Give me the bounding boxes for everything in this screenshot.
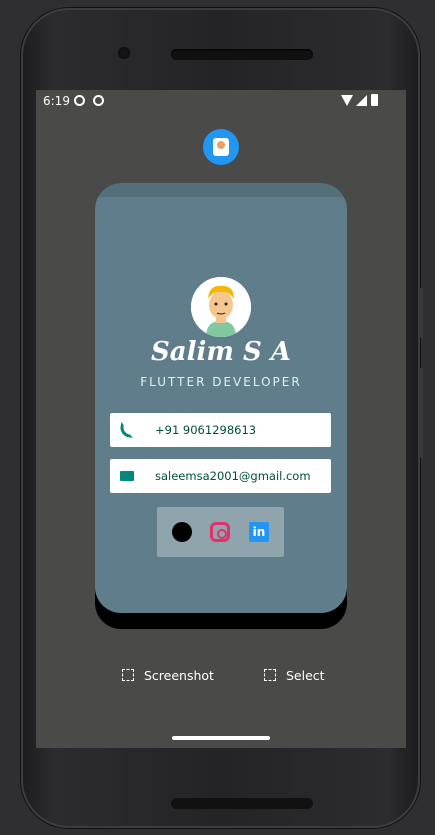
phone-row[interactable]: +91 9061298613	[110, 413, 331, 447]
github-icon[interactable]	[172, 522, 192, 542]
card-appbar	[95, 183, 347, 197]
settings-icon	[93, 95, 104, 106]
top-speaker	[171, 49, 313, 60]
instagram-icon[interactable]	[210, 522, 230, 542]
bottom-speaker	[171, 798, 313, 809]
bottom-actions: Screenshot Select	[36, 660, 406, 690]
select-button[interactable]: Select	[264, 660, 325, 690]
power-button	[419, 288, 423, 338]
email-icon	[120, 471, 134, 481]
front-camera	[118, 47, 130, 59]
signal-icon	[356, 95, 367, 106]
battery-icon	[371, 94, 378, 106]
card-body: Salim S A FLUTTER DEVELOPER +91 90612986…	[95, 197, 347, 613]
screenshot-button[interactable]: Screenshot	[122, 660, 214, 690]
screen: 6:19 Salim S A FLUTTER DEVELOPER +91 906…	[36, 90, 406, 748]
select-icon	[264, 669, 276, 681]
phone-icon	[118, 421, 136, 439]
linkedin-icon[interactable]: in	[249, 522, 269, 542]
wifi-icon	[341, 95, 353, 106]
profile-title: FLUTTER DEVELOPER	[140, 375, 302, 389]
email-row[interactable]: saleemsa2001@gmail.com	[110, 459, 331, 493]
avatar	[191, 277, 251, 337]
screenshot-icon	[122, 669, 134, 681]
record-icon	[74, 95, 85, 106]
status-bar: 6:19	[36, 90, 406, 112]
select-label: Select	[286, 667, 325, 683]
profile-badge-icon[interactable]	[203, 129, 239, 165]
profile-name: Salim S A	[151, 337, 291, 367]
screenshot-label: Screenshot	[144, 667, 214, 683]
status-time: 6:19	[43, 94, 70, 108]
social-links: in	[157, 507, 284, 557]
phone-number: +91 9061298613	[155, 423, 257, 437]
volume-button	[419, 368, 423, 458]
profile-card: Salim S A FLUTTER DEVELOPER +91 90612986…	[95, 183, 347, 629]
home-indicator[interactable]	[172, 736, 270, 740]
email-address: saleemsa2001@gmail.com	[155, 469, 311, 483]
